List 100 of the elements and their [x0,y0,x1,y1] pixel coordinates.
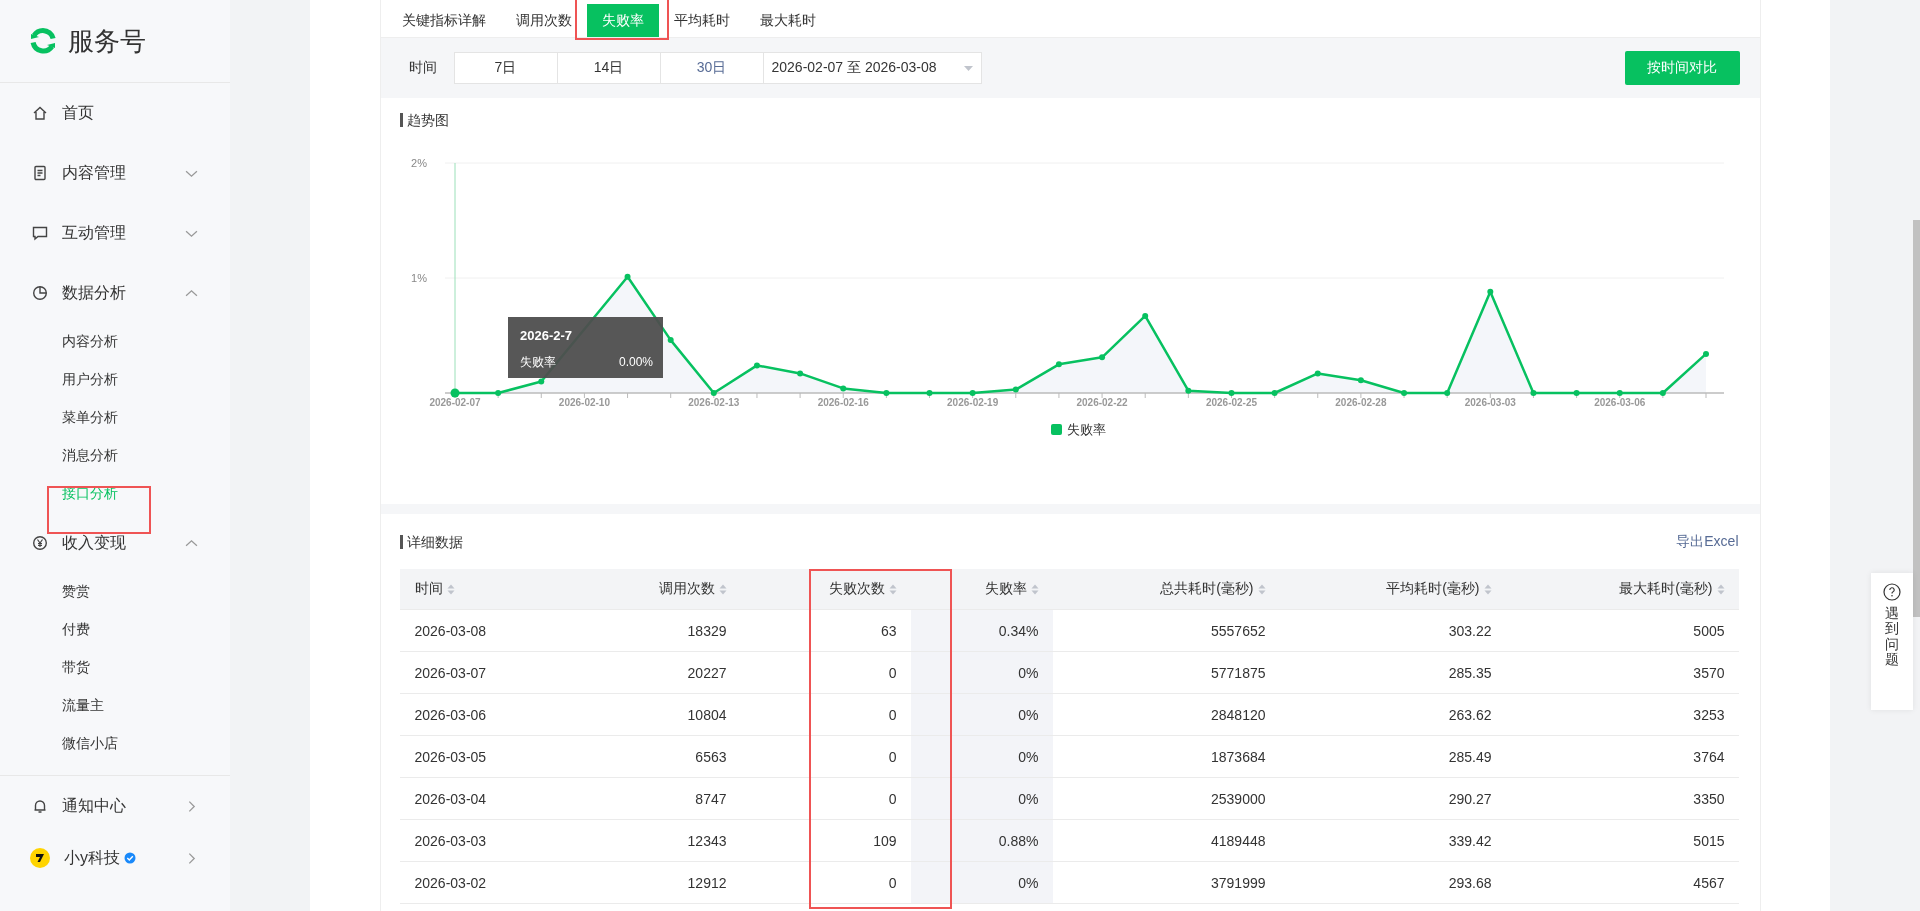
table-cell: 4189448 [1211,832,1266,849]
legend-label: 失败率 [1066,422,1106,437]
tooltip-title: 2026-2-7 [519,328,572,343]
nav-subitem[interactable]: 赞赏 [0,573,230,611]
table-cell: 290.27 [1448,790,1492,807]
export-link[interactable]: 导出Excel [1676,532,1739,551]
nav-subitem[interactable]: 微信小店 [0,725,230,763]
table-cell: 3764 [1693,748,1725,765]
table-cell: 2026-03-05 [414,748,487,765]
table-cell: 0 [888,706,897,723]
column-header[interactable]: 时间 [414,580,443,598]
table-cell: 0% [1018,664,1039,681]
help-label[interactable]: 遇到问题 [1885,606,1899,668]
table-cell: 8747 [695,790,727,807]
nav-item[interactable]: 首页 [0,83,230,143]
range-option[interactable]: 7日 [453,52,558,84]
table-cell: 6563 [695,748,727,765]
x-tick-label: 2026-02-19 [946,397,998,408]
table-cell: 0 [888,790,897,807]
table-cell: 0% [1018,706,1039,723]
table-cell: 293.68 [1448,874,1492,891]
column-header[interactable]: 平均耗时(毫秒) [1386,580,1480,598]
y-tick-label: 1% [410,272,427,284]
table-cell: 2026-03-06 [414,706,487,723]
table-cell: 12343 [687,832,727,849]
column-header[interactable]: 最大耗时(毫秒) [1619,580,1713,598]
table-cell: 5771875 [1211,664,1266,681]
date-range-picker[interactable]: 2026-02-07 至 2026-03-08 [762,52,982,84]
help-panel[interactable]: 遇到问题 [1871,573,1913,710]
nav-item[interactable]: 内容管理 [0,143,230,203]
table-cell: 2026-03-07 [414,664,487,681]
column-header[interactable]: 失败率 [984,580,1027,598]
table-cell: 3570 [1693,664,1725,681]
table-cell: 2026-03-08 [414,622,487,639]
table-cell: 3791999 [1211,874,1266,891]
nav-subitem[interactable]: 流量主 [0,687,230,725]
table-cell: 3253 [1693,706,1725,723]
table-cell: 285.49 [1448,748,1492,765]
table-cell: 10804 [687,706,727,723]
x-tick-label: 2026-02-28 [1334,397,1386,408]
table-cell: 0 [888,874,897,891]
table-cell: 5557652 [1211,622,1266,639]
table-cell: 263.62 [1448,706,1492,723]
nav-subitem[interactable]: 带货 [0,649,230,687]
section-title: 趋势图 [399,113,449,127]
table-cell: 12912 [687,874,727,891]
column-header[interactable]: 调用次数 [658,580,715,598]
column-header[interactable]: 总共耗时(毫秒) [1160,580,1254,598]
tooltip-label: 失败率 [519,355,556,369]
table-cell: 4567 [1693,874,1725,891]
x-tick-label: 2026-02-22 [1076,397,1128,408]
table-cell: 2848120 [1211,706,1266,723]
table-cell: 0 [888,748,897,765]
table-cell: 63 [880,622,897,639]
table-cell: 285.35 [1448,664,1492,681]
table-cell: 18329 [687,622,727,639]
y-tick-label: 2% [410,157,427,169]
table-cell: 0% [1018,748,1039,765]
nav-item[interactable]: 数据分析 [0,263,230,323]
range-option[interactable]: 14日 [556,52,661,84]
nav-subitem[interactable]: 菜单分析 [0,399,230,437]
x-tick-label: 2026-02-25 [1205,397,1257,408]
tooltip-value: 0.00% [618,355,653,369]
nav-item[interactable]: 收入变现 [0,513,230,573]
table-cell: 2026-03-04 [414,790,487,807]
x-tick-label: 2026-03-06 [1593,397,1645,408]
nav-item[interactable]: 互动管理 [0,203,230,263]
x-tick-label: 2026-02-13 [687,397,739,408]
table-cell: 0% [1018,874,1039,891]
x-tick-label: 2026-02-16 [817,397,869,408]
table-cell: 2539000 [1211,790,1266,807]
table-cell: 1873684 [1211,748,1266,765]
nav-subitem[interactable]: 用户分析 [0,361,230,399]
nav-item[interactable]: 通知中心 [62,795,126,817]
x-tick-label: 2026-02-07 [428,397,481,408]
table-cell: 303.22 [1448,622,1492,639]
tab[interactable]: 调用次数 [500,4,587,37]
nav-subitem[interactable]: 消息分析 [0,437,230,475]
column-header[interactable]: 失败次数 [828,580,885,598]
table-cell: 0 [888,664,897,681]
table-cell: 0% [1018,790,1039,807]
app-title: 服务号 [68,24,146,58]
filter-label: 时间 [408,59,437,77]
table-cell: 2026-03-02 [414,874,487,891]
table-cell: 0.88% [998,832,1039,849]
tab[interactable]: 平均耗时 [658,4,745,37]
table-cell: 0.34% [998,622,1039,639]
section-title: 详细数据 [399,534,463,549]
range-option[interactable]: 30日 [659,52,764,84]
table-cell: 5005 [1693,622,1725,639]
table-cell: 20227 [687,664,727,681]
nav-subitem[interactable]: 付费 [0,611,230,649]
account-name[interactable]: 小y科技 [64,847,120,869]
x-tick-label: 2026-02-10 [558,397,610,408]
table-cell: 5015 [1693,832,1725,849]
tab[interactable]: 关键指标详解 [386,4,501,37]
table-cell: 2026-03-03 [414,832,487,849]
nav-subitem[interactable]: 内容分析 [0,323,230,361]
tab[interactable]: 最大耗时 [744,4,831,37]
table-cell: 3350 [1693,790,1725,807]
